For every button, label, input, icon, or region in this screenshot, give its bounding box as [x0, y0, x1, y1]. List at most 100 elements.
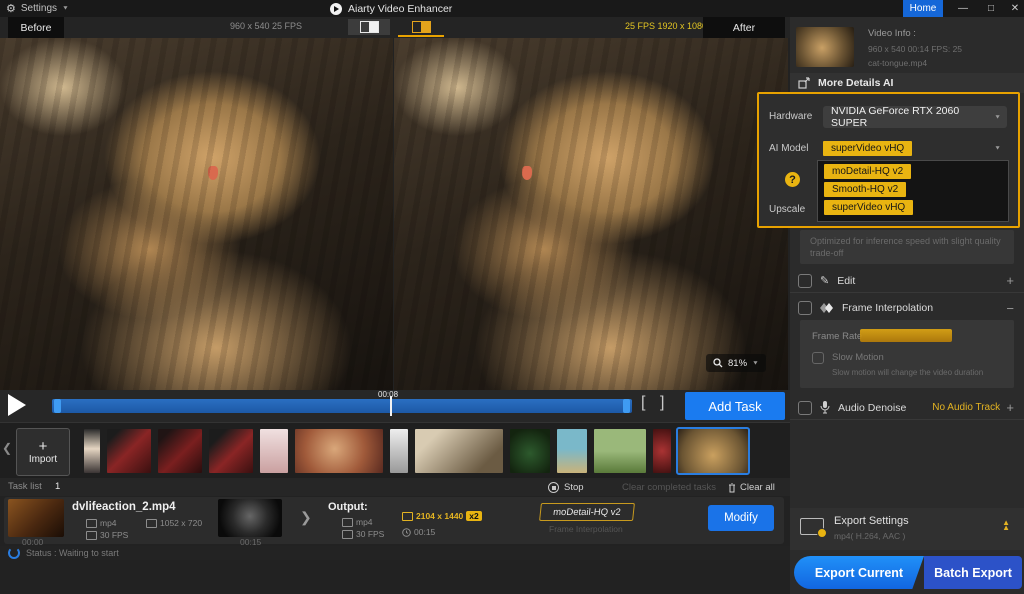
compare-view-button[interactable] — [398, 19, 444, 37]
thumbnail[interactable] — [653, 429, 671, 473]
thumbnail[interactable] — [260, 429, 288, 473]
maximize-button[interactable]: □ — [980, 0, 1002, 17]
output-frame-interpolation: Frame Interpolation — [549, 524, 623, 534]
model-option[interactable]: moDetail-HQ v2 — [824, 164, 911, 179]
model-option[interactable]: superVideo vHQ — [824, 200, 913, 215]
single-view-button[interactable] — [348, 19, 390, 35]
app-window: ⚙ Settings ▼ Aiarty Video Enhancer Home … — [0, 0, 1024, 594]
resolution-icon — [402, 512, 413, 521]
section-edit[interactable]: ✎ Edit + — [790, 269, 1024, 293]
import-button[interactable]: + Import — [16, 428, 70, 476]
thumbnail[interactable] — [390, 429, 408, 473]
collapse-chevrons-icon[interactable]: ▲▲ — [1002, 520, 1010, 530]
hardware-select[interactable]: NVIDIA GeForce RTX 2060 SUPER ▼ — [823, 106, 1007, 128]
close-button[interactable]: ✕ — [1004, 0, 1024, 17]
export-current-button[interactable]: Export Current — [794, 556, 924, 589]
slow-motion-checkbox[interactable] — [812, 352, 824, 364]
scale-badge: x2 — [466, 511, 481, 521]
playback-bar: 00:08 [ ] Add Task — [0, 390, 790, 422]
clear-completed-button[interactable]: Clear completed tasks — [622, 482, 716, 493]
hardware-label: Hardware — [769, 111, 812, 122]
frame-rate-selector[interactable] — [860, 329, 952, 342]
thumbnail[interactable] — [557, 429, 587, 473]
task-filename: dvlifeaction_2.mp4 — [72, 501, 176, 513]
thumbnail[interactable] — [594, 429, 646, 473]
section-audio-denoise[interactable]: Audio Denoise No Audio Track + — [790, 396, 1024, 420]
help-icon[interactable]: ? — [785, 172, 800, 187]
collapse-icon[interactable]: − — [1006, 301, 1014, 316]
thumbnail[interactable] — [84, 429, 100, 473]
arrow-right-icon: ❯ — [300, 509, 312, 526]
playhead-time-label: 00:08 — [378, 390, 398, 399]
edit-label: Edit — [837, 275, 855, 287]
thumbnail[interactable] — [510, 429, 550, 473]
frame-interpolation-checkbox[interactable] — [798, 301, 812, 315]
playhead[interactable] — [390, 396, 392, 416]
ai-model-label: AI Model — [769, 143, 808, 154]
clock-icon — [402, 528, 411, 537]
app-title: Aiarty Video Enhancer — [330, 0, 452, 17]
section-more-details-ai[interactable]: More Details AI — [790, 73, 1024, 93]
stop-button[interactable]: Stop — [548, 482, 584, 493]
task-list-header: Task list 1 Stop Clear completed tasks C… — [0, 478, 790, 496]
edit-checkbox[interactable] — [798, 274, 812, 288]
video-info-thumbnail — [796, 27, 854, 67]
frame-interpolation-panel: Frame Rate Slow Motion Slow motion will … — [800, 320, 1014, 388]
expand-icon[interactable]: + — [1006, 400, 1014, 415]
magnifier-icon — [713, 358, 723, 368]
trim-start-handle[interactable] — [54, 399, 61, 413]
zoom-level-control[interactable]: 81% ▼ — [706, 354, 766, 372]
minimize-button[interactable]: — — [952, 0, 974, 17]
before-preview-image[interactable] — [0, 38, 393, 390]
cat-tongue-detail — [522, 166, 532, 180]
task-row[interactable]: 00:00 dvlifeaction_2.mp4 mp4 1052 x 720 … — [4, 497, 784, 544]
microphone-icon — [820, 401, 830, 414]
input-format: mp4 — [86, 518, 117, 528]
modify-button[interactable]: Modify — [708, 505, 774, 531]
frame-interpolation-label: Frame Interpolation — [842, 302, 933, 314]
task-input-thumbnail — [8, 499, 64, 537]
set-end-bracket-button[interactable]: ] — [660, 394, 664, 412]
thumbnail[interactable] — [107, 429, 151, 473]
gear-icon: ⚙ — [6, 2, 16, 15]
after-preview-image[interactable] — [394, 38, 788, 390]
thumbnail[interactable] — [209, 429, 253, 473]
chevron-down-icon: ▼ — [994, 145, 1001, 151]
ai-model-select[interactable]: superVideo vHQ ▼ — [823, 138, 1007, 158]
task-count: 1 — [55, 481, 60, 492]
export-settings-row[interactable]: Export Settings mp4( H.264, AAC ) ▲▲ — [790, 508, 1024, 550]
thumbnail[interactable] — [415, 429, 503, 473]
settings-menu[interactable]: ⚙ Settings ▼ — [0, 2, 69, 15]
thumbnail[interactable] — [295, 429, 383, 473]
status-spinner-icon — [8, 547, 20, 559]
ai-model-overlay-panel: Hardware NVIDIA GeForce RTX 2060 SUPER ▼… — [757, 92, 1020, 228]
play-button[interactable] — [8, 394, 34, 418]
home-button[interactable]: Home — [903, 0, 943, 17]
cat-tongue-detail — [208, 166, 218, 180]
set-start-bracket-button[interactable]: [ — [641, 394, 645, 412]
timeline-track[interactable]: 00:08 — [52, 399, 632, 413]
edit-icon: ✎ — [820, 274, 829, 287]
after-tab[interactable]: After — [703, 17, 785, 38]
add-task-button[interactable]: Add Task — [685, 392, 785, 420]
settings-label: Settings — [21, 3, 57, 14]
thumbnail-selected[interactable] — [678, 429, 748, 473]
slow-motion-label: Slow Motion — [832, 352, 884, 363]
scroll-left-icon[interactable]: ❮ — [2, 441, 12, 455]
trim-end-handle[interactable] — [623, 399, 630, 413]
batch-export-button[interactable]: Batch Export — [924, 556, 1022, 589]
model-option[interactable]: Smooth-HQ v2 — [824, 182, 906, 197]
clear-all-button[interactable]: Clear all — [728, 482, 775, 493]
upscale-icon — [798, 77, 810, 89]
chevron-down-icon: ▼ — [752, 360, 759, 366]
expand-icon[interactable]: + — [1006, 273, 1014, 288]
output-model-tag: moDetail-HQ v2 — [539, 503, 635, 521]
before-tab[interactable]: Before — [8, 17, 64, 38]
input-fps: 30 FPS — [86, 530, 128, 540]
input-resolution: 1052 x 720 — [146, 518, 202, 528]
audio-denoise-checkbox[interactable] — [798, 401, 812, 415]
section-frame-interpolation[interactable]: Frame Interpolation − — [790, 296, 1024, 320]
output-fps: 30 FPS — [342, 529, 384, 539]
thumbnail[interactable] — [158, 429, 202, 473]
model-description: Optimized for inference speed with sligh… — [810, 235, 1004, 259]
